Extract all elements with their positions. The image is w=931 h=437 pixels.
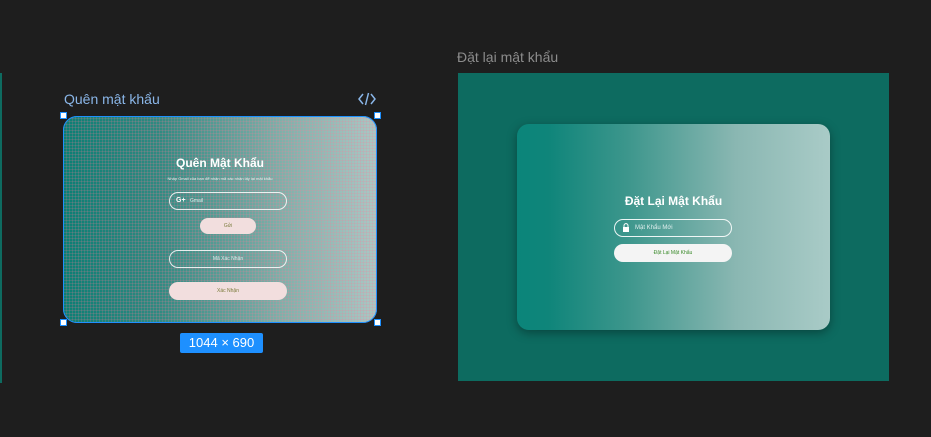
new-password-placeholder: Mật Khẩu Mới xyxy=(635,225,673,231)
resize-handle-top-left[interactable] xyxy=(60,112,67,119)
frame-label-reset-password[interactable]: Đặt lại mật khẩu xyxy=(457,49,558,65)
resize-handle-bottom-left[interactable] xyxy=(60,319,67,326)
code-icon[interactable] xyxy=(358,92,376,106)
lock-icon xyxy=(623,223,629,232)
reset-password-button[interactable]: Đặt Lại Mật Khẩu xyxy=(614,244,732,262)
reset-password-title: Đặt Lại Mật Khẩu xyxy=(624,194,723,208)
reset-password-frame[interactable]: Đặt Lại Mật Khẩu Mật Khẩu Mới Đặt Lại Mậ… xyxy=(458,73,889,381)
new-password-input[interactable]: Mật Khẩu Mới xyxy=(614,219,732,237)
resize-handle-top-right[interactable] xyxy=(374,112,381,119)
resize-handle-bottom-right[interactable] xyxy=(374,319,381,326)
adjacent-frame-edge xyxy=(0,73,2,383)
frame-label-forgot-password[interactable]: Quên mật khẩu xyxy=(64,91,160,107)
dimension-badge: 1044 × 690 xyxy=(180,333,263,353)
reset-password-card: Đặt Lại Mật Khẩu Mật Khẩu Mới Đặt Lại Mậ… xyxy=(517,124,830,330)
selection-outline xyxy=(63,116,377,323)
